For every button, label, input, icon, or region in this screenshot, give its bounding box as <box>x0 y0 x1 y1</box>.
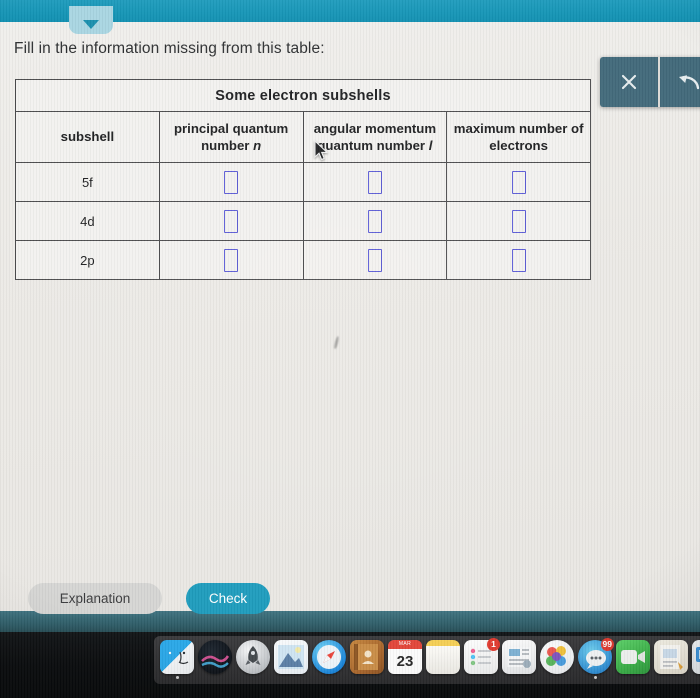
answer-input-n[interactable] <box>224 248 239 272</box>
siri-icon <box>201 655 230 668</box>
answer-input-max-electrons[interactable] <box>511 170 526 194</box>
header-line-2: electrons <box>489 138 548 153</box>
table-title: Some electron subshells <box>15 79 591 112</box>
answer-input-max-electrons[interactable] <box>511 248 526 272</box>
dock-item-safari[interactable] <box>312 640 346 674</box>
contacts-book-icon <box>354 644 378 670</box>
header-line-1: angular momentum <box>313 120 437 136</box>
column-header-subshell: subshell <box>15 111 160 163</box>
pages-document-icon <box>660 645 683 670</box>
header-symbol-l: l <box>428 138 433 153</box>
column-header-principal-quantum-number: principal quantum number n <box>158 111 304 163</box>
running-indicator <box>593 676 597 679</box>
header-line-1: principal quantum <box>173 120 289 136</box>
table-header-row: subshell principal quantum number n angu… <box>15 111 591 163</box>
check-button[interactable]: Check <box>186 583 270 614</box>
page-prompt: Fill in the information missing from thi… <box>14 40 325 57</box>
rocket-icon <box>245 646 261 665</box>
column-header-maximum-electrons: maximum number of electrons <box>446 111 591 163</box>
badge-count: 99 <box>600 638 614 651</box>
cell-input-max-electrons <box>446 162 591 202</box>
cell-subshell: 4d <box>15 201 160 241</box>
dock-item-contacts[interactable] <box>350 640 384 674</box>
dock-item-finder[interactable] <box>160 640 194 679</box>
cell-input-l <box>302 201 448 241</box>
app-store-balloons-icon <box>546 646 566 666</box>
cell-input-n <box>158 201 304 241</box>
dock-item-launchpad[interactable] <box>236 640 270 674</box>
dropdown-tab[interactable] <box>69 6 113 34</box>
cell-input-l <box>302 162 448 202</box>
screen-photo: Fill in the information missing from thi… <box>0 0 700 698</box>
calendar-day: 23 <box>388 649 422 674</box>
keynote-presentation-icon <box>696 647 700 662</box>
dock-item-reminders[interactable]: 1 <box>464 638 500 674</box>
dock-item-messages[interactable]: 99 <box>578 638 614 679</box>
table-row: 2p <box>15 240 591 280</box>
close-x-icon <box>621 74 637 90</box>
mouse-cursor-icon <box>314 140 329 161</box>
close-button[interactable] <box>600 57 658 107</box>
dock-item-app-store[interactable] <box>540 640 574 674</box>
header-line-1: maximum number of <box>453 120 584 136</box>
calendar-month: MAR <box>388 640 422 649</box>
safari-compass-icon <box>317 645 341 669</box>
floating-toolbar <box>600 57 700 107</box>
answer-input-l[interactable] <box>367 209 382 233</box>
dock-item-notes[interactable] <box>426 640 460 674</box>
finder-icon <box>168 651 189 665</box>
photos-icon <box>278 645 304 669</box>
news-icon <box>507 647 531 668</box>
facetime-video-icon <box>621 650 645 664</box>
dock-item-siri[interactable] <box>198 640 232 674</box>
answer-input-l[interactable] <box>367 170 382 194</box>
header-line-2: number <box>201 138 250 153</box>
dock-item-photos[interactable] <box>274 640 308 674</box>
undo-button[interactable] <box>658 57 700 107</box>
cell-subshell: 5f <box>15 162 160 202</box>
badge-count: 1 <box>487 638 500 651</box>
subshell-table-wrapper: Some electron subshells subshell princip… <box>15 79 591 280</box>
header-line-2: quantum number <box>317 138 426 153</box>
cell-input-n <box>158 240 304 280</box>
table-row: 4d <box>15 201 591 241</box>
cell-subshell: 2p <box>15 240 160 280</box>
dock-item-calendar[interactable]: MAR 23 <box>388 640 422 674</box>
dock-item-facetime[interactable] <box>616 640 650 674</box>
answer-input-n[interactable] <box>224 209 239 233</box>
header-symbol-n: n <box>253 138 262 153</box>
running-indicator <box>175 676 179 679</box>
explanation-button[interactable]: Explanation <box>28 583 162 614</box>
undo-arrow-icon <box>679 75 700 90</box>
dock-item-news[interactable] <box>502 640 536 674</box>
answer-input-n[interactable] <box>224 170 239 194</box>
answer-input-max-electrons[interactable] <box>511 209 526 233</box>
cell-input-max-electrons <box>446 240 591 280</box>
cell-input-n <box>158 162 304 202</box>
table-row: 5f <box>15 162 591 202</box>
chevron-down-icon <box>83 20 99 29</box>
cell-input-l <box>302 240 448 280</box>
table-title-row: Some electron subshells <box>15 79 591 112</box>
cell-input-max-electrons <box>446 201 591 241</box>
answer-input-l[interactable] <box>367 248 382 272</box>
action-buttons: Explanation Check <box>28 583 270 614</box>
dock-item-pages[interactable] <box>654 640 688 674</box>
subshell-table: Some electron subshells subshell princip… <box>15 79 591 280</box>
macos-dock: MAR 23 1 99 <box>154 636 700 684</box>
dock-item-keynote[interactable] <box>692 640 700 674</box>
